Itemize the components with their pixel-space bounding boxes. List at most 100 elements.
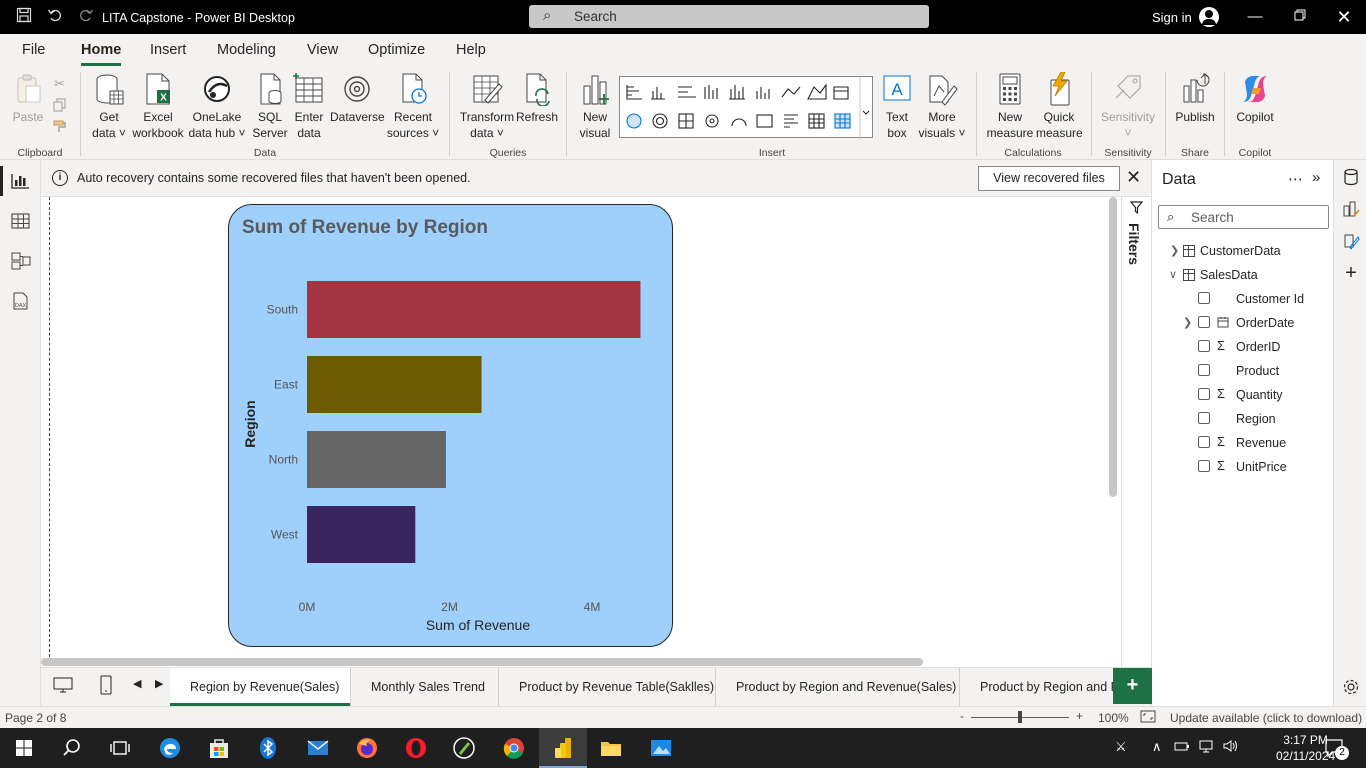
tab-file[interactable]: File <box>22 42 45 58</box>
table-salesdata[interactable]: ∨ SalesData <box>1152 266 1332 286</box>
collapse-pane-icon[interactable]: » <box>1312 169 1320 186</box>
excel-workbook-button[interactable]: X Excel workbook <box>130 72 186 141</box>
table-customerdata[interactable]: ❯ CustomerData <box>1152 242 1332 262</box>
opera-icon[interactable] <box>404 736 428 760</box>
restore-icon[interactable] <box>1290 8 1310 28</box>
pen-app-icon[interactable] <box>452 736 476 760</box>
zoom-slider-thumb[interactable] <box>1018 711 1022 723</box>
report-canvas[interactable]: Sum of Revenue by Region South East North W… <box>41 197 1121 667</box>
close-icon[interactable]: ✕ <box>1334 8 1354 28</box>
report-view-icon[interactable] <box>0 166 31 196</box>
volume-icon[interactable] <box>1222 739 1240 756</box>
add-pane-icon[interactable]: + <box>1342 263 1360 283</box>
onelake-button[interactable]: OneLake data hub ˅ <box>186 72 248 141</box>
field-revenue[interactable]: Σ Revenue <box>1152 434 1332 454</box>
new-measure-button[interactable]: New measure <box>984 72 1036 141</box>
tab-home[interactable]: Home <box>81 42 122 66</box>
field-checkbox[interactable] <box>1198 388 1210 400</box>
data-search-input[interactable]: ⌕ Search <box>1158 205 1329 229</box>
bar-north[interactable] <box>307 431 446 488</box>
field-checkbox[interactable] <box>1198 316 1210 328</box>
more-visuals-button[interactable]: More visuals ˅ <box>918 72 966 141</box>
tab-optimize[interactable]: Optimize <box>368 42 425 58</box>
visual-gallery[interactable] <box>619 76 873 139</box>
quick-measure-button[interactable]: Quick measure <box>1036 71 1083 141</box>
cut-icon[interactable]: ✂ <box>54 76 65 92</box>
fit-to-page-icon[interactable] <box>1140 710 1156 726</box>
field-orderdate[interactable]: ❯ OrderDate <box>1152 314 1332 334</box>
data-pane-icon[interactable] <box>1342 168 1360 186</box>
get-data-button[interactable]: Get data ˅ <box>90 72 128 141</box>
copilot-button[interactable]: Copilot <box>1232 72 1278 125</box>
redo-icon[interactable] <box>76 7 96 27</box>
tab-modeling[interactable]: Modeling <box>217 42 276 58</box>
zoom-out-button[interactable]: - <box>960 709 964 723</box>
model-view-icon[interactable] <box>10 252 31 270</box>
file-explorer-icon[interactable] <box>599 736 623 760</box>
bluetooth-icon[interactable] <box>256 736 280 760</box>
store-icon[interactable] <box>207 736 231 760</box>
sql-server-button[interactable]: SQL Server <box>250 72 290 141</box>
tab-insert[interactable]: Insert <box>150 42 186 58</box>
recent-sources-button[interactable]: Recent sources ˅ <box>386 72 440 141</box>
dataverse-button[interactable]: Dataverse <box>330 72 385 125</box>
task-view-icon[interactable] <box>108 736 132 760</box>
format-painter-icon[interactable] <box>53 120 67 137</box>
photos-icon[interactable] <box>649 736 673 760</box>
paste-button[interactable]: Paste <box>10 72 46 125</box>
field-checkbox[interactable] <box>1198 364 1210 376</box>
publish-button[interactable]: Publish <box>1173 72 1217 125</box>
tab-help[interactable]: Help <box>456 42 486 58</box>
chevron-up-icon[interactable]: ∧ <box>1152 739 1162 755</box>
people-icon[interactable]: ⚔ <box>1115 739 1127 755</box>
field-checkbox[interactable] <box>1198 340 1210 352</box>
new-visual-button[interactable]: New visual <box>576 72 614 141</box>
search-box[interactable]: ⌕ Search <box>529 5 929 28</box>
next-page-icon[interactable]: ▶ <box>155 677 163 690</box>
more-options-icon[interactable]: ⋯ <box>1288 170 1304 188</box>
visualizations-pane-icon[interactable] <box>1342 200 1360 218</box>
chevron-right-icon[interactable]: ❯ <box>1183 316 1192 329</box>
taskbar-search-icon[interactable] <box>60 736 84 760</box>
add-page-button[interactable]: + <box>1113 668 1152 704</box>
chevron-right-icon[interactable]: ❯ <box>1170 244 1179 257</box>
refresh-button[interactable]: Refresh <box>516 72 558 125</box>
firefox-icon[interactable] <box>355 736 379 760</box>
page-tab-product-by-region-and-revenue[interactable]: Product by Region and Revenue(Sales) <box>716 668 960 706</box>
close-infobar-icon[interactable]: ✕ <box>1126 167 1141 188</box>
avatar-icon[interactable] <box>1199 7 1219 27</box>
previous-page-icon[interactable]: ◀ <box>133 677 141 690</box>
page-tab-product-by-region-and-re[interactable]: Product by Region and Re <box>960 668 1113 706</box>
field-checkbox[interactable] <box>1198 436 1210 448</box>
bar-east[interactable] <box>307 356 482 413</box>
bar-south[interactable] <box>307 281 641 338</box>
save-icon[interactable] <box>14 7 34 27</box>
view-recovered-files-button[interactable]: View recovered files <box>978 166 1120 191</box>
page-tab-monthly-sales-trend[interactable]: Monthly Sales Trend <box>351 668 499 706</box>
horizontal-scrollbar[interactable] <box>41 658 923 666</box>
desktop-layout-icon[interactable] <box>52 676 74 697</box>
field-region[interactable]: Region <box>1152 410 1332 430</box>
bar-chart-visual[interactable]: Sum of Revenue by Region South East North W… <box>228 204 673 647</box>
mail-icon[interactable] <box>306 736 330 760</box>
update-available-link[interactable]: Update available (click to download) <box>1170 711 1362 725</box>
edge-icon[interactable] <box>158 736 182 760</box>
windows-start-icon[interactable] <box>12 736 36 760</box>
bar-west[interactable] <box>307 506 416 563</box>
field-unitprice[interactable]: Σ UnitPrice <box>1152 458 1332 478</box>
field-checkbox[interactable] <box>1198 292 1210 304</box>
vertical-scrollbar[interactable] <box>1109 197 1117 497</box>
undo-icon[interactable] <box>45 7 65 27</box>
text-box-button[interactable]: A Text box <box>878 72 916 141</box>
format-pane-icon[interactable] <box>1342 232 1360 250</box>
transform-data-button[interactable]: Transform data ˅ <box>458 72 516 141</box>
chrome-icon[interactable] <box>502 736 526 760</box>
minimize-icon[interactable]: — <box>1245 8 1265 28</box>
field-orderid[interactable]: Σ OrderID <box>1152 338 1332 358</box>
tab-view[interactable]: View <box>307 42 338 58</box>
page-tab-region-by-revenue[interactable]: Region by Revenue(Sales) <box>170 668 351 706</box>
field-checkbox[interactable] <box>1198 460 1210 472</box>
sign-in-link[interactable]: Sign in <box>1152 10 1192 25</box>
field-customer-id[interactable]: Customer Id <box>1152 290 1332 310</box>
zoom-in-button[interactable]: + <box>1076 709 1083 723</box>
